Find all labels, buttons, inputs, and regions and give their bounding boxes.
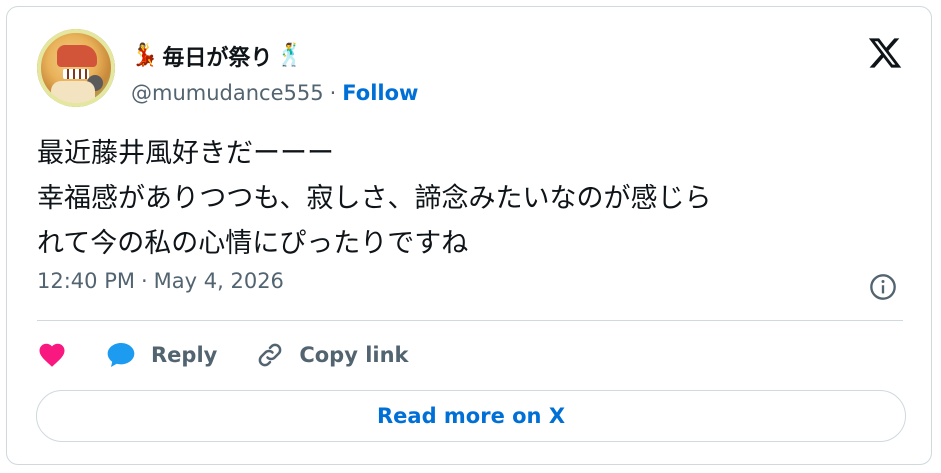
heart-icon[interactable] (37, 340, 67, 370)
separator-dot: · (329, 81, 337, 105)
copy-link-button[interactable]: Copy link (255, 340, 409, 370)
info-icon[interactable] (869, 273, 897, 301)
meta-separator: · (140, 269, 148, 293)
avatar[interactable] (37, 29, 115, 107)
x-logo-icon[interactable] (867, 35, 903, 71)
tweet-date[interactable]: May 4, 2026 (154, 269, 284, 293)
display-name[interactable]: 毎日が祭り (162, 40, 272, 72)
speech-bubble-icon (107, 343, 135, 367)
divider (37, 320, 903, 321)
copy-link-label: Copy link (299, 343, 409, 367)
follow-link[interactable]: Follow (342, 81, 418, 105)
dancer-emoji-icon: 💃 (131, 43, 159, 68)
author-name-row[interactable]: 💃 毎日が祭り 🕺 (131, 39, 304, 73)
reply-label: Reply (151, 343, 218, 367)
reply-button[interactable]: Reply (105, 339, 217, 371)
link-icon (259, 343, 282, 367)
username[interactable]: @mumudance555 (131, 81, 324, 105)
action-bar: Reply Copy link (37, 337, 447, 373)
timestamp[interactable]: 12:40 PM · May 4, 2026 (37, 269, 284, 293)
handle-row: @mumudance555 · Follow (131, 81, 418, 105)
tweet-card: 💃 毎日が祭り 🕺 @mumudance555 · Follow 最近藤井風好き… (6, 6, 932, 465)
read-more-label: Read more on X (376, 404, 566, 428)
tweet-time[interactable]: 12:40 PM (37, 269, 135, 293)
like-button[interactable] (37, 340, 67, 370)
man-dancing-emoji-icon: 🕺 (276, 43, 304, 68)
tweet-text: 最近藤井風好きだーーー 幸福感がありつつも、寂しさ、諦念みたいなのが感じら れて… (37, 138, 712, 259)
read-more-button[interactable]: Read more on X (36, 390, 906, 442)
